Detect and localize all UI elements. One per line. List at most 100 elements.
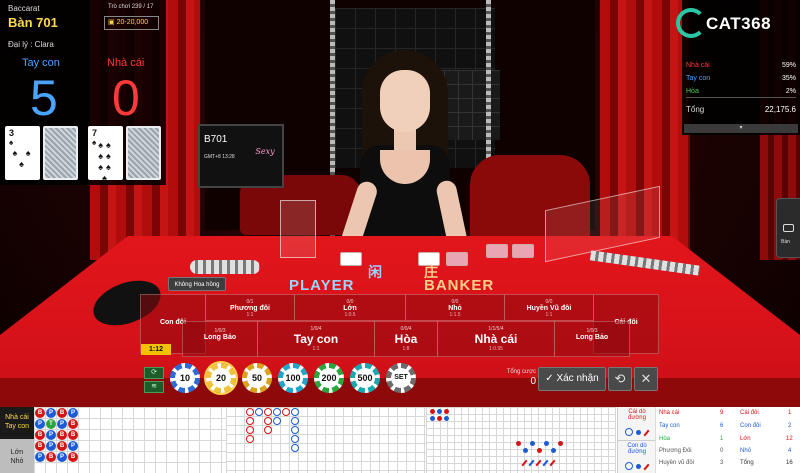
big-eye-marker xyxy=(430,416,435,421)
chip-10[interactable]: 10 xyxy=(170,363,200,393)
big-road-marker xyxy=(246,426,254,434)
table-card xyxy=(446,252,468,266)
check-icon: ✓ xyxy=(545,373,554,384)
tab-big-small[interactable]: Lớn Nhỏ xyxy=(0,439,34,473)
chip-set[interactable]: SET xyxy=(386,363,416,393)
predict-cockroach-icon xyxy=(643,429,650,437)
no-commission-toggle[interactable]: Không Hoa hồng xyxy=(168,277,226,291)
bead-marker: B xyxy=(57,430,67,440)
bet-limit-selector[interactable]: ▣ 20-20,000 xyxy=(104,16,159,30)
chip-20[interactable]: 20 xyxy=(206,363,236,393)
bet-banker[interactable]: 1/1/5/4 Nhà cái 1:0.95 xyxy=(437,321,555,357)
game-info-panel: Baccarat Bàn 701 Trò chơi 239 / 17 ▣ 20-… xyxy=(0,0,166,185)
big-eye-marker xyxy=(437,409,442,414)
confirm-bet-button[interactable]: ✓ Xác nhận xyxy=(538,367,606,391)
big-road-marker xyxy=(264,426,272,434)
handcuff-prop xyxy=(190,260,260,274)
refresh-icon[interactable]: ⟳ xyxy=(144,367,164,379)
ratio-badge: 1:12 xyxy=(141,344,171,355)
site-logo[interactable]: CAT368 xyxy=(676,6,800,42)
small-road-marker xyxy=(544,441,549,446)
bet-tie[interactable]: 0/0/4 Hòa 1:8 xyxy=(374,321,438,357)
total-bet-value: 0 xyxy=(530,376,536,387)
monitor-brand-logo: Sexy xyxy=(255,147,275,156)
player-table-label: PLAYER xyxy=(289,277,355,294)
bead-marker: P xyxy=(57,419,67,429)
predict-big-eye-icon xyxy=(625,428,633,436)
bead-marker: B xyxy=(46,452,56,462)
repeat-icon: ⟲ xyxy=(614,371,626,386)
bead-marker: B xyxy=(68,452,78,462)
table-card xyxy=(340,252,362,266)
predict-small-road-icon xyxy=(636,464,641,469)
big-road-marker xyxy=(291,417,299,425)
big-road xyxy=(226,407,426,473)
small-road-marker xyxy=(523,448,528,453)
chevron-down-icon: ▾ xyxy=(739,125,743,131)
cockroach-marker xyxy=(535,459,542,467)
user-icon: ▣ xyxy=(108,19,115,26)
wifi-icon[interactable]: ≋ xyxy=(144,381,164,393)
bet-player[interactable]: 1/0/4 Tay con 1:1 xyxy=(257,321,375,357)
bet-small[interactable]: 0/0 Nhỏ 1:1.5 xyxy=(405,294,505,321)
big-road-marker xyxy=(264,408,272,416)
chip-selector: ⟳ ≋ 10 20 50 100 200 500 SET xyxy=(138,363,416,395)
big-road-marker xyxy=(273,408,281,416)
cockroach-marker xyxy=(542,459,549,467)
banker-score: 0 xyxy=(112,70,140,126)
bead-marker: P xyxy=(46,430,56,440)
big-road-marker xyxy=(255,408,263,416)
chip-50[interactable]: 50 xyxy=(242,363,272,393)
big-road-marker xyxy=(291,444,299,452)
chip-500[interactable]: 500 xyxy=(350,363,380,393)
bead-marker: B xyxy=(35,408,45,418)
chip-100[interactable]: 100 xyxy=(278,363,308,393)
big-road-marker xyxy=(291,426,299,434)
repeat-bet-button[interactable]: ⟲ xyxy=(608,367,632,391)
bet-dragon-bonus-player[interactable]: 1/0/3 Long Bảo xyxy=(182,321,258,357)
predict-big-eye-icon xyxy=(625,462,633,470)
derived-roads xyxy=(426,407,616,473)
game-name: Baccarat xyxy=(8,4,40,13)
collapse-stats-button[interactable]: ▾ xyxy=(684,124,798,133)
bead-marker: P xyxy=(68,441,78,451)
table-card xyxy=(512,244,534,258)
bead-marker: T xyxy=(46,419,56,429)
bet-phuong-pair[interactable]: 0/1 Phương đôi 1:1 xyxy=(205,294,295,321)
chat-icon xyxy=(783,224,794,232)
big-road-marker xyxy=(291,408,299,416)
roadmap-stats: Nhà cái 9 Tay con 6 Hòa 1 Phương Đôi 0 H… xyxy=(655,407,800,473)
bead-marker: B xyxy=(68,430,78,440)
side-panel-tab[interactable]: Bàn xyxy=(776,198,800,258)
big-eye-marker xyxy=(444,416,449,421)
cancel-bet-button[interactable]: ✕ xyxy=(634,367,658,391)
chip-200[interactable]: 200 xyxy=(314,363,344,393)
player-score-label: Tay con xyxy=(22,57,60,69)
bead-marker: P xyxy=(46,441,56,451)
banker-table-label: BANKER xyxy=(424,277,495,294)
bead-marker: P xyxy=(57,452,67,462)
predict-player-button[interactable]: Con dò đường xyxy=(618,440,656,473)
tab-banker-player[interactable]: Nhà cái Tay con xyxy=(0,407,34,439)
bead-marker: P xyxy=(46,408,56,418)
small-road-marker xyxy=(530,441,535,446)
predict-small-road-icon xyxy=(636,430,641,435)
cockroach-marker xyxy=(549,459,556,467)
stat-total: Tổng 22,175.6 xyxy=(686,105,796,114)
banker-card-1: 7 ♠ ♠♠ ♠♠ ♠♠ ♠ xyxy=(88,126,123,183)
discard-box xyxy=(280,200,316,258)
predict-banker-button[interactable]: Cái dò đường xyxy=(618,407,656,440)
small-road-marker xyxy=(551,448,556,453)
bet-dragon-bonus-banker[interactable]: 1/0/3 Long Bảo xyxy=(554,321,630,357)
big-eye-marker xyxy=(430,409,435,414)
big-road-marker xyxy=(291,435,299,443)
cockroach-marker xyxy=(521,459,528,467)
confirm-bet-label: Xác nhận xyxy=(556,373,599,384)
small-road-marker xyxy=(516,441,521,446)
small-road-marker xyxy=(558,441,563,446)
player-glyph: 闲 xyxy=(368,264,382,280)
big-road-marker xyxy=(273,417,281,425)
bet-huyen-vu-pair[interactable]: 0/0 Huyền Vũ đôi 1:1 xyxy=(504,294,594,321)
roadmap-tabs: Nhà cái Tay con Lớn Nhỏ xyxy=(0,407,34,473)
bet-big[interactable]: 0/0 Lớn 1:0.5 xyxy=(294,294,406,321)
